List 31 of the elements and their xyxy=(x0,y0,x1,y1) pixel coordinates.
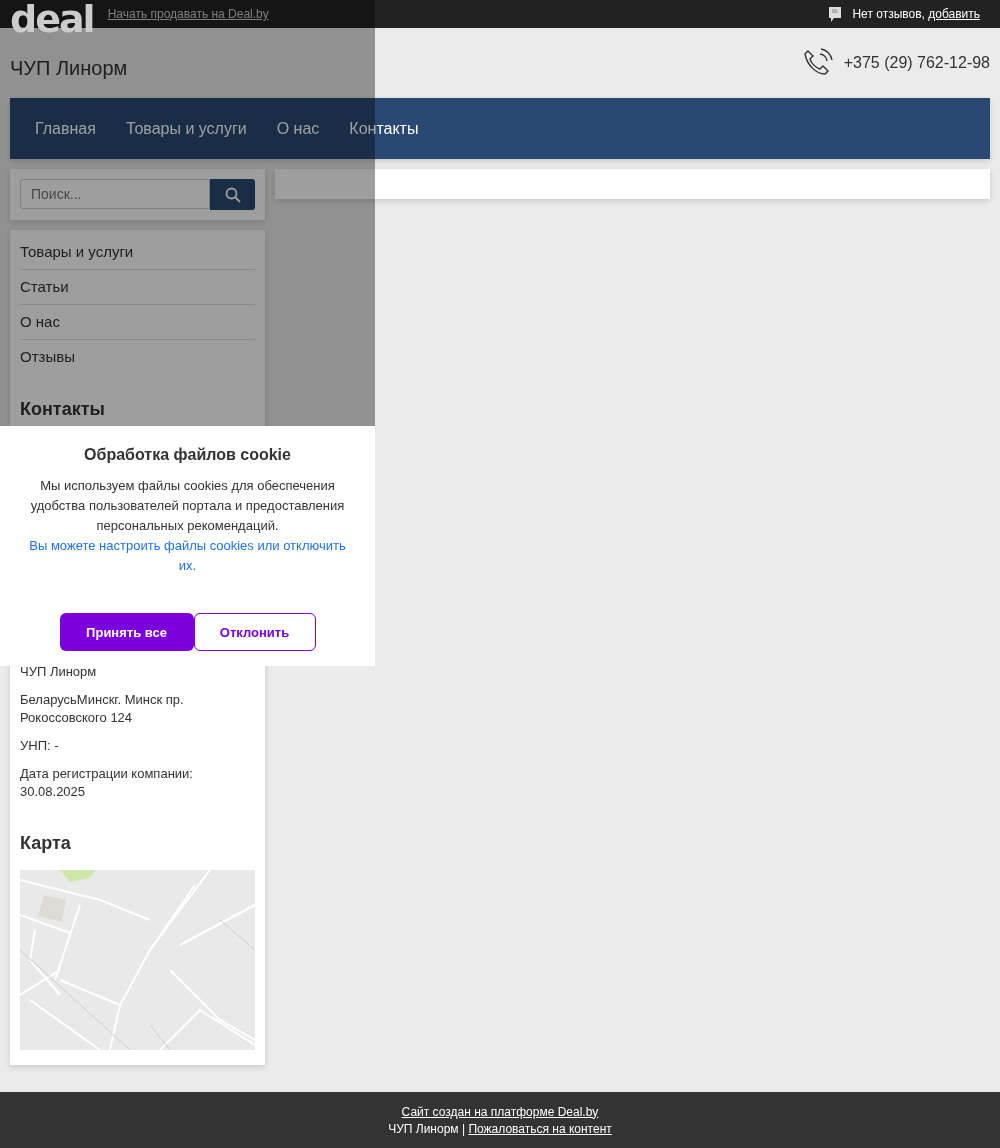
sidebar-item[interactable]: Отзывы xyxy=(20,340,255,374)
nav-link[interactable]: Товары и услуги xyxy=(110,119,262,138)
contact-text: БеларусьМинскг. Минск пр. Рокоссовского 124 xyxy=(20,691,185,727)
cookie-settings-link[interactable]: Вы можете настроить файлы cookies или отключить их. xyxy=(20,536,355,576)
contacts-title: Контакты xyxy=(20,399,106,420)
nav-link[interactable]: О нас xyxy=(261,119,335,138)
sell-link[interactable]: Начать продавать на Deal.by xyxy=(107,7,269,21)
sidebar-item[interactable]: О нас xyxy=(20,305,255,340)
sidebar-item[interactable]: Товары и услуги xyxy=(20,235,255,270)
contact-text: ЧУП Линорм xyxy=(20,663,98,681)
footer-company: ЧУП Линорм | xyxy=(388,1121,466,1136)
contact-text: Дата регистрации компании: 30.08.2025 xyxy=(20,765,194,801)
search-button[interactable] xyxy=(210,179,255,210)
reviews-text: Нет отзывов, xyxy=(852,7,926,21)
comment-icon xyxy=(828,5,843,23)
nav-link[interactable]: Контакты xyxy=(334,119,434,138)
nav-link[interactable]: Главная xyxy=(20,119,111,138)
platform-link[interactable]: Сайт создан на платформе Deal.by xyxy=(401,1104,599,1119)
decline-button[interactable]: Отклонить xyxy=(193,613,316,651)
report-link[interactable]: Пожаловаться на контент xyxy=(468,1121,612,1136)
sidebar-item[interactable]: Статьи xyxy=(20,270,255,305)
cookie-text: Мы используем файлы cookies для обеспечения удобства пользователей портала и предоставления персональных рекомендаций. Вы можете настроить файлы cookies или отключить их. xyxy=(20,476,355,576)
map-title: Карта xyxy=(20,833,72,854)
company-name: ЧУП Линорм xyxy=(10,56,128,80)
accept-button[interactable]: Принять все xyxy=(59,613,194,651)
search-field[interactable]: Поиск... xyxy=(20,179,210,209)
phone-number[interactable]: +375 (29) 762-12-98 xyxy=(843,54,990,72)
contact-text: УНП: - xyxy=(20,737,60,755)
search-icon xyxy=(224,186,241,203)
cookie-title: Обработка файлов cookie xyxy=(83,446,292,464)
add-review-link[interactable]: добавить xyxy=(928,7,980,21)
